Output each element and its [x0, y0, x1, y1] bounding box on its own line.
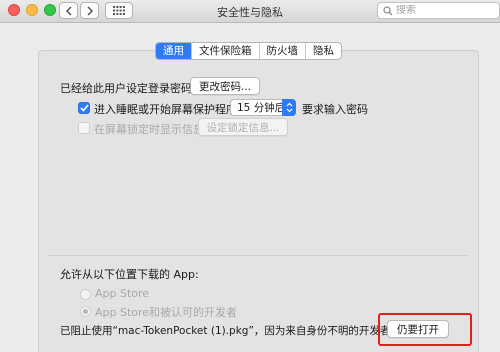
checkmark-icon — [79, 104, 89, 112]
radio-app-store-label: App Store — [95, 287, 150, 300]
updown-arrows-icon — [282, 99, 296, 116]
section-divider — [48, 255, 468, 256]
show-lock-message-checkbox[interactable] — [78, 122, 90, 134]
title-bar: 安全性与隐私 — [0, 0, 500, 23]
require-password-suffix: 要求输入密码 — [302, 103, 368, 116]
radio-app-store-and-identified[interactable] — [80, 306, 91, 317]
tab-general[interactable]: 通用 — [156, 43, 191, 59]
require-password-checkbox[interactable] — [78, 102, 90, 114]
show-lock-message-label: 在屏幕锁定时显示信息 — [94, 123, 204, 136]
tab-privacy[interactable]: 隐私 — [305, 43, 341, 59]
password-delay-select[interactable]: 15 分钟后 — [230, 99, 296, 116]
require-password-label: 进入睡眠或开始屏幕保护程序 — [94, 103, 237, 116]
radio-app-store[interactable] — [80, 289, 91, 300]
open-anyway-button[interactable]: 仍要打开 — [387, 320, 449, 338]
allow-downloads-heading: 允许从以下位置下载的 App: — [60, 268, 199, 281]
radio-dot — [83, 309, 88, 314]
blocked-app-message: 已阻止使用“mac-TokenPocket (1).pkg”，因为来自身份不明的… — [60, 325, 401, 337]
set-lock-message-button[interactable]: 设定锁定信息... — [198, 118, 288, 136]
search-field[interactable] — [377, 2, 500, 19]
tab-filevault[interactable]: 文件保险箱 — [191, 43, 259, 59]
password-set-label: 已经给此用户设定登录密码 — [60, 82, 192, 95]
tab-bar: 通用 文件保险箱 防火墙 隐私 — [155, 42, 342, 60]
tab-firewall[interactable]: 防火墙 — [258, 43, 306, 59]
password-delay-value: 15 分钟后 — [237, 102, 286, 114]
radio-app-store-and-identified-label: App Store和被认可的开发者 — [95, 306, 238, 319]
search-icon — [383, 5, 393, 15]
search-input[interactable] — [396, 5, 486, 16]
change-password-button[interactable]: 更改密码... — [190, 77, 260, 95]
